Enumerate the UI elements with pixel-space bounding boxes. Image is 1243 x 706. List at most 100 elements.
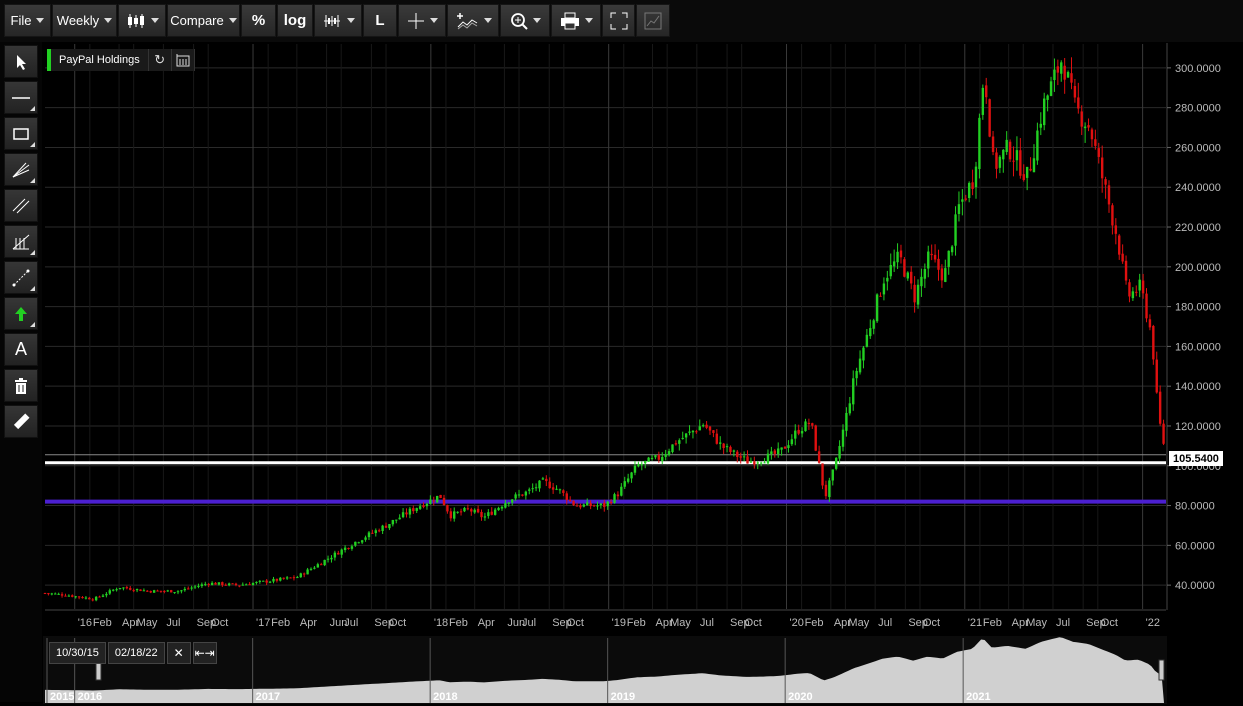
candle-body (217, 582, 221, 585)
y-tick-label: 180.0000 (1175, 302, 1221, 314)
last-price-value: 105.5400 (1173, 453, 1219, 465)
candle-body (1046, 95, 1049, 100)
x-tick-label: '21 (968, 617, 982, 629)
candle-body (1056, 66, 1060, 73)
x-tick-label: '22 (1146, 617, 1160, 629)
candle-body (568, 500, 572, 502)
x-tick-label: '19 (612, 617, 626, 629)
candle-body (626, 478, 630, 482)
candle-body (1019, 150, 1022, 176)
candle-body (800, 431, 804, 434)
candle-body (719, 442, 722, 444)
start-date-field[interactable]: 10/30/15 (49, 642, 106, 664)
candle-body (753, 461, 756, 465)
candle-body (534, 487, 538, 489)
candle-body (889, 265, 892, 277)
candle-body (777, 448, 780, 455)
candle-body (262, 580, 265, 582)
grid-layer (45, 44, 1166, 609)
candle-body (865, 334, 869, 347)
candle-body (814, 425, 817, 451)
candle-body (54, 593, 57, 595)
candle-body (1043, 98, 1046, 126)
candle-body (671, 444, 674, 453)
candle-body (551, 487, 555, 490)
x-tick-label: Feb (627, 617, 646, 629)
candle-body (1097, 148, 1100, 157)
candle-body (418, 506, 422, 509)
series-name[interactable]: PayPal Holdings (47, 49, 149, 71)
clear-range-button[interactable]: ✕ (166, 642, 191, 664)
candle-body (487, 512, 490, 516)
candle-body (285, 577, 289, 579)
y-tick-label: 260.0000 (1175, 142, 1221, 154)
candle-body (94, 596, 98, 601)
series-settings-button[interactable] (171, 49, 195, 71)
candle-body (323, 559, 326, 566)
x-tick-label: Oct (745, 617, 762, 629)
candle-body (248, 584, 251, 586)
candle-body (98, 596, 101, 598)
refresh-series-button[interactable]: ↻ (148, 49, 172, 71)
candle-body (296, 577, 299, 579)
candle-body (374, 530, 377, 534)
candle-body (152, 590, 156, 593)
candle-body (964, 198, 967, 200)
x-tick-label: Jul (700, 617, 714, 629)
candle-body (1077, 97, 1080, 109)
candle-body (204, 583, 207, 585)
candle-body (1015, 150, 1019, 161)
candle-body (1036, 130, 1039, 161)
candle-body (524, 491, 528, 496)
candle-body (183, 588, 187, 591)
candle-body (988, 99, 991, 137)
candle-body (156, 590, 159, 592)
candle-body (920, 276, 923, 287)
candle-body (927, 251, 930, 269)
x-tick-label: Feb (805, 617, 824, 629)
candle-body (500, 506, 504, 509)
candle-body (940, 268, 944, 281)
candle-body (688, 431, 691, 433)
series-tag[interactable]: PayPal Holdings ↻ (47, 49, 195, 71)
candle-body (674, 443, 678, 445)
candle-body (1063, 65, 1066, 80)
candle-body (640, 464, 643, 466)
candle-body (1107, 185, 1111, 205)
candle-body (654, 455, 657, 458)
candle-body (67, 595, 71, 597)
y-tick-label: 140.0000 (1175, 381, 1221, 393)
candle-body (807, 422, 811, 425)
candle-body (504, 503, 507, 508)
candle-body (797, 429, 800, 434)
candle-body (821, 463, 824, 486)
candle-body (845, 412, 848, 431)
candle-body (122, 587, 125, 589)
candle-body (347, 548, 350, 550)
candle-body (289, 577, 292, 579)
candle-body (279, 577, 282, 581)
candle-body (81, 597, 84, 599)
candle-body (657, 455, 661, 460)
candle-body (50, 593, 54, 595)
candle-body (538, 480, 541, 489)
candle-body (422, 505, 425, 508)
candle-body (742, 456, 746, 458)
candle-body (367, 532, 371, 538)
candle-body (841, 429, 845, 447)
candle-body (408, 508, 412, 515)
candle-body (1141, 280, 1145, 294)
candle-body (169, 590, 173, 593)
candle-body (1032, 158, 1036, 173)
y-tick-label: 240.0000 (1175, 182, 1221, 194)
expand-range-button[interactable]: ⇤⇥ (192, 642, 217, 664)
x-tick-label: Jul (878, 617, 892, 629)
x-tick-label: May (1026, 617, 1047, 629)
candle-body (531, 488, 534, 490)
candle-body (701, 425, 705, 427)
candle-body (1008, 141, 1012, 160)
end-date-field[interactable]: 02/18/22 (107, 642, 165, 664)
candle-body (139, 589, 142, 592)
candle-body (1060, 62, 1063, 74)
candle-body (858, 358, 862, 373)
